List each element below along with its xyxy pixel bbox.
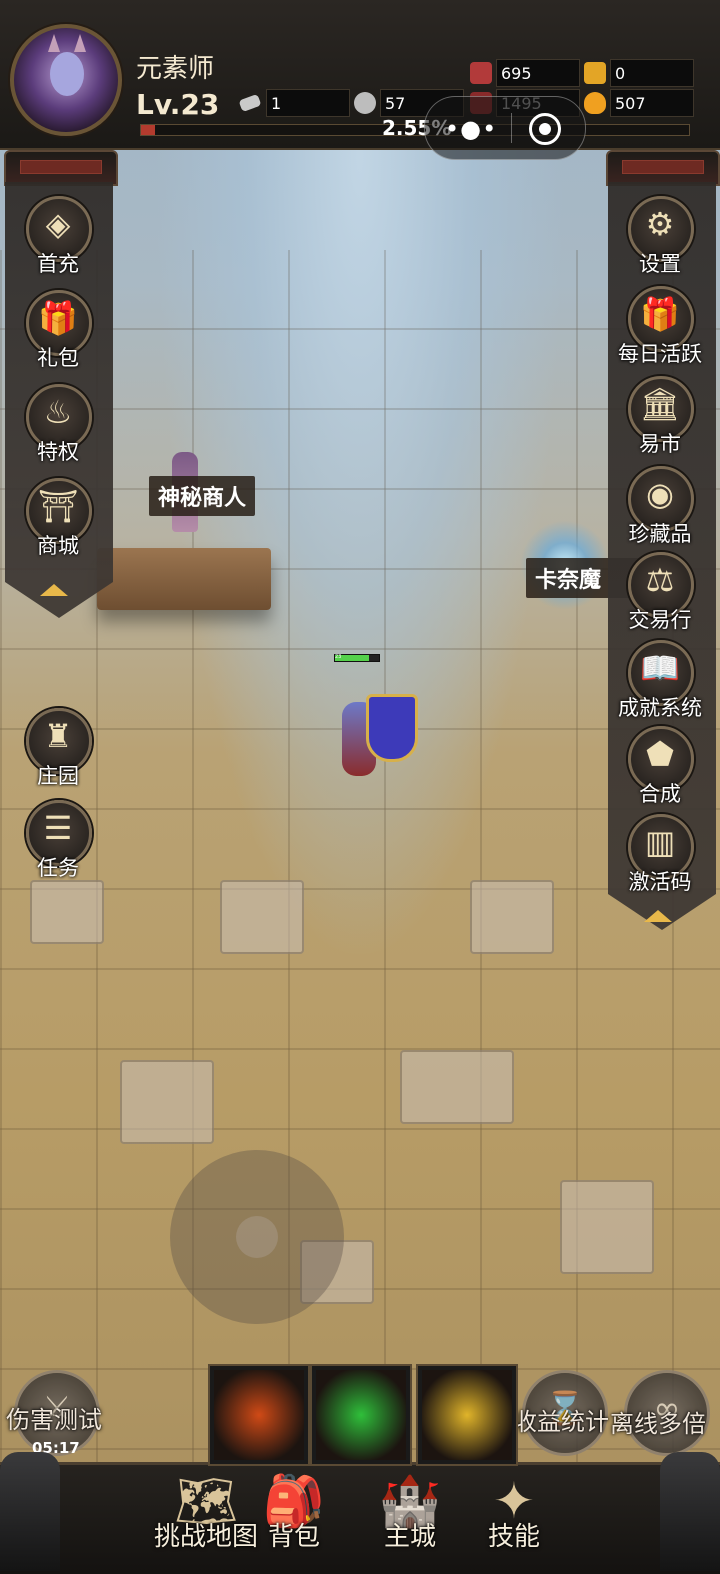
floor-stone — [30, 880, 104, 944]
right-panel-header — [606, 150, 720, 186]
offline-multiplier-label: 离线多倍 — [610, 1410, 706, 1438]
treasure-orb-icon: ◉ — [646, 475, 674, 513]
knight-statue-right — [660, 1452, 720, 1571]
player-level: Lv.23 — [136, 88, 220, 121]
merchant-table — [97, 548, 271, 610]
task-list-icon: ☰ — [43, 809, 73, 847]
left-panel-header — [4, 150, 118, 186]
joystick-knob[interactable] — [236, 1216, 278, 1258]
ruby-count: 695 — [496, 59, 580, 87]
floor-stone — [560, 1180, 654, 1274]
nav-backpack-button[interactable]: 🎒 背包 — [234, 1466, 354, 1566]
gold-bound-count: 507 — [610, 89, 694, 117]
left-shop-pagoda-button[interactable]: ⛩ 商城 — [8, 478, 108, 564]
manor-castle-icon: ♜ — [43, 717, 73, 755]
menu-label: 任务 — [37, 856, 79, 880]
menu-label: 商城 — [37, 534, 79, 558]
achievement-book-icon: 📖 — [640, 649, 680, 687]
knight-statue-left — [0, 1452, 60, 1571]
menu-label: 每日活跃 — [618, 342, 702, 366]
gold-count: 0 — [610, 59, 694, 87]
menu-label: 设置 — [639, 252, 681, 276]
merchant-name-label[interactable]: 神秘商人 — [149, 476, 256, 516]
player-name: 元素师 — [136, 54, 215, 84]
mini-program-capsule: •●• — [424, 96, 586, 160]
gold-flame-icon — [584, 92, 606, 114]
trade-scale-icon: ⚖ — [645, 561, 675, 599]
right-gear-button[interactable]: ⚙ 设置 — [610, 196, 710, 282]
ticket-icon — [238, 93, 262, 113]
right-activation-code-button[interactable]: ▥ 激活码 — [610, 814, 710, 900]
menu-label: 特权 — [37, 440, 79, 464]
right-collapse-icon[interactable] — [644, 910, 672, 922]
left-gift-pack-button[interactable]: 🎁 礼包 — [8, 290, 108, 376]
nav-castle-button[interactable]: 🏰 主城 — [350, 1466, 470, 1566]
nav-skill-star-button[interactable]: ✦ 技能 — [454, 1466, 574, 1566]
left-privilege-bag-button[interactable]: ♨ 特权 — [8, 384, 108, 470]
gift-pack-icon: 🎁 — [38, 299, 78, 337]
gold-bound-resource: 507 — [584, 89, 694, 117]
left-task-list-button[interactable]: ☰ 任务 — [8, 800, 108, 886]
virtual-joystick[interactable] — [170, 1150, 344, 1324]
floor-stone — [220, 880, 304, 954]
right-craft-stone-button[interactable]: ⬟ 合成 — [610, 726, 710, 812]
first-charge-icon: ◈ — [45, 205, 71, 243]
hero-hp-bar: 23 — [334, 654, 380, 662]
floor-stone — [120, 1060, 214, 1144]
damage-test-label: 伤害测试 — [6, 1406, 102, 1434]
silver-coin-icon — [354, 92, 376, 114]
menu-label: 珍藏品 — [628, 522, 692, 546]
daily-gift-icon: 🎁 — [640, 295, 680, 333]
hero-character — [330, 690, 420, 790]
activation-code-icon: ▥ — [644, 823, 676, 861]
menu-label: 成就系统 — [618, 696, 702, 720]
nav-label: 技能 — [487, 1522, 540, 1552]
green-orb-skill-icon[interactable] — [312, 1366, 410, 1464]
floor-stone — [470, 880, 554, 954]
gear-icon: ⚙ — [645, 205, 675, 243]
fire-cross-skill-icon[interactable] — [210, 1366, 308, 1464]
gold-gem-icon — [584, 62, 606, 84]
golden-fist-skill-icon[interactable] — [418, 1366, 516, 1464]
menu-label: 激活码 — [628, 870, 692, 894]
income-stats-label: 收益统计 — [513, 1408, 609, 1436]
ruby-icon — [470, 62, 492, 84]
right-achievement-book-button[interactable]: 📖 成就系统 — [610, 640, 710, 726]
right-trade-scale-button[interactable]: ⚖ 交易行 — [610, 552, 710, 638]
menu-label: 易市 — [639, 432, 681, 456]
more-dots-icon[interactable]: •●• — [445, 115, 497, 143]
ticket-count: 1 — [266, 89, 350, 117]
craft-stone-icon: ⬟ — [646, 735, 674, 773]
menu-label: 礼包 — [37, 346, 79, 370]
right-market-temple-button[interactable]: 🏛 易市 — [610, 376, 710, 462]
menu-label: 交易行 — [628, 608, 692, 632]
hero-shield — [366, 694, 418, 762]
right-daily-gift-button[interactable]: 🎁 每日活跃 — [610, 286, 710, 372]
nav-label: 背包 — [267, 1522, 320, 1552]
left-manor-castle-button[interactable]: ♜ 庄园 — [8, 708, 108, 794]
top-bar: 元素师 Lv.23 1 57 695 1495 0 507 2.55% — [0, 0, 720, 150]
menu-label: 合成 — [639, 782, 681, 806]
left-collapse-icon[interactable] — [40, 584, 68, 596]
shop-pagoda-icon: ⛩ — [37, 487, 79, 525]
player-avatar[interactable] — [10, 24, 122, 136]
floor-stone — [400, 1050, 514, 1124]
nav-label: 主城 — [383, 1522, 436, 1552]
menu-label: 庄园 — [37, 764, 79, 788]
right-treasure-orb-button[interactable]: ◉ 珍藏品 — [610, 466, 710, 552]
ruby-resource: 695 — [470, 59, 580, 87]
target-icon[interactable] — [529, 113, 561, 145]
market-temple-icon: 🏛 — [639, 385, 681, 423]
menu-label: 首充 — [37, 252, 79, 276]
privilege-bag-icon: ♨ — [43, 393, 73, 431]
ticket-resource: 1 — [238, 89, 350, 117]
left-first-charge-button[interactable]: ◈ 首充 — [8, 196, 108, 282]
gold-resource: 0 — [584, 59, 694, 87]
